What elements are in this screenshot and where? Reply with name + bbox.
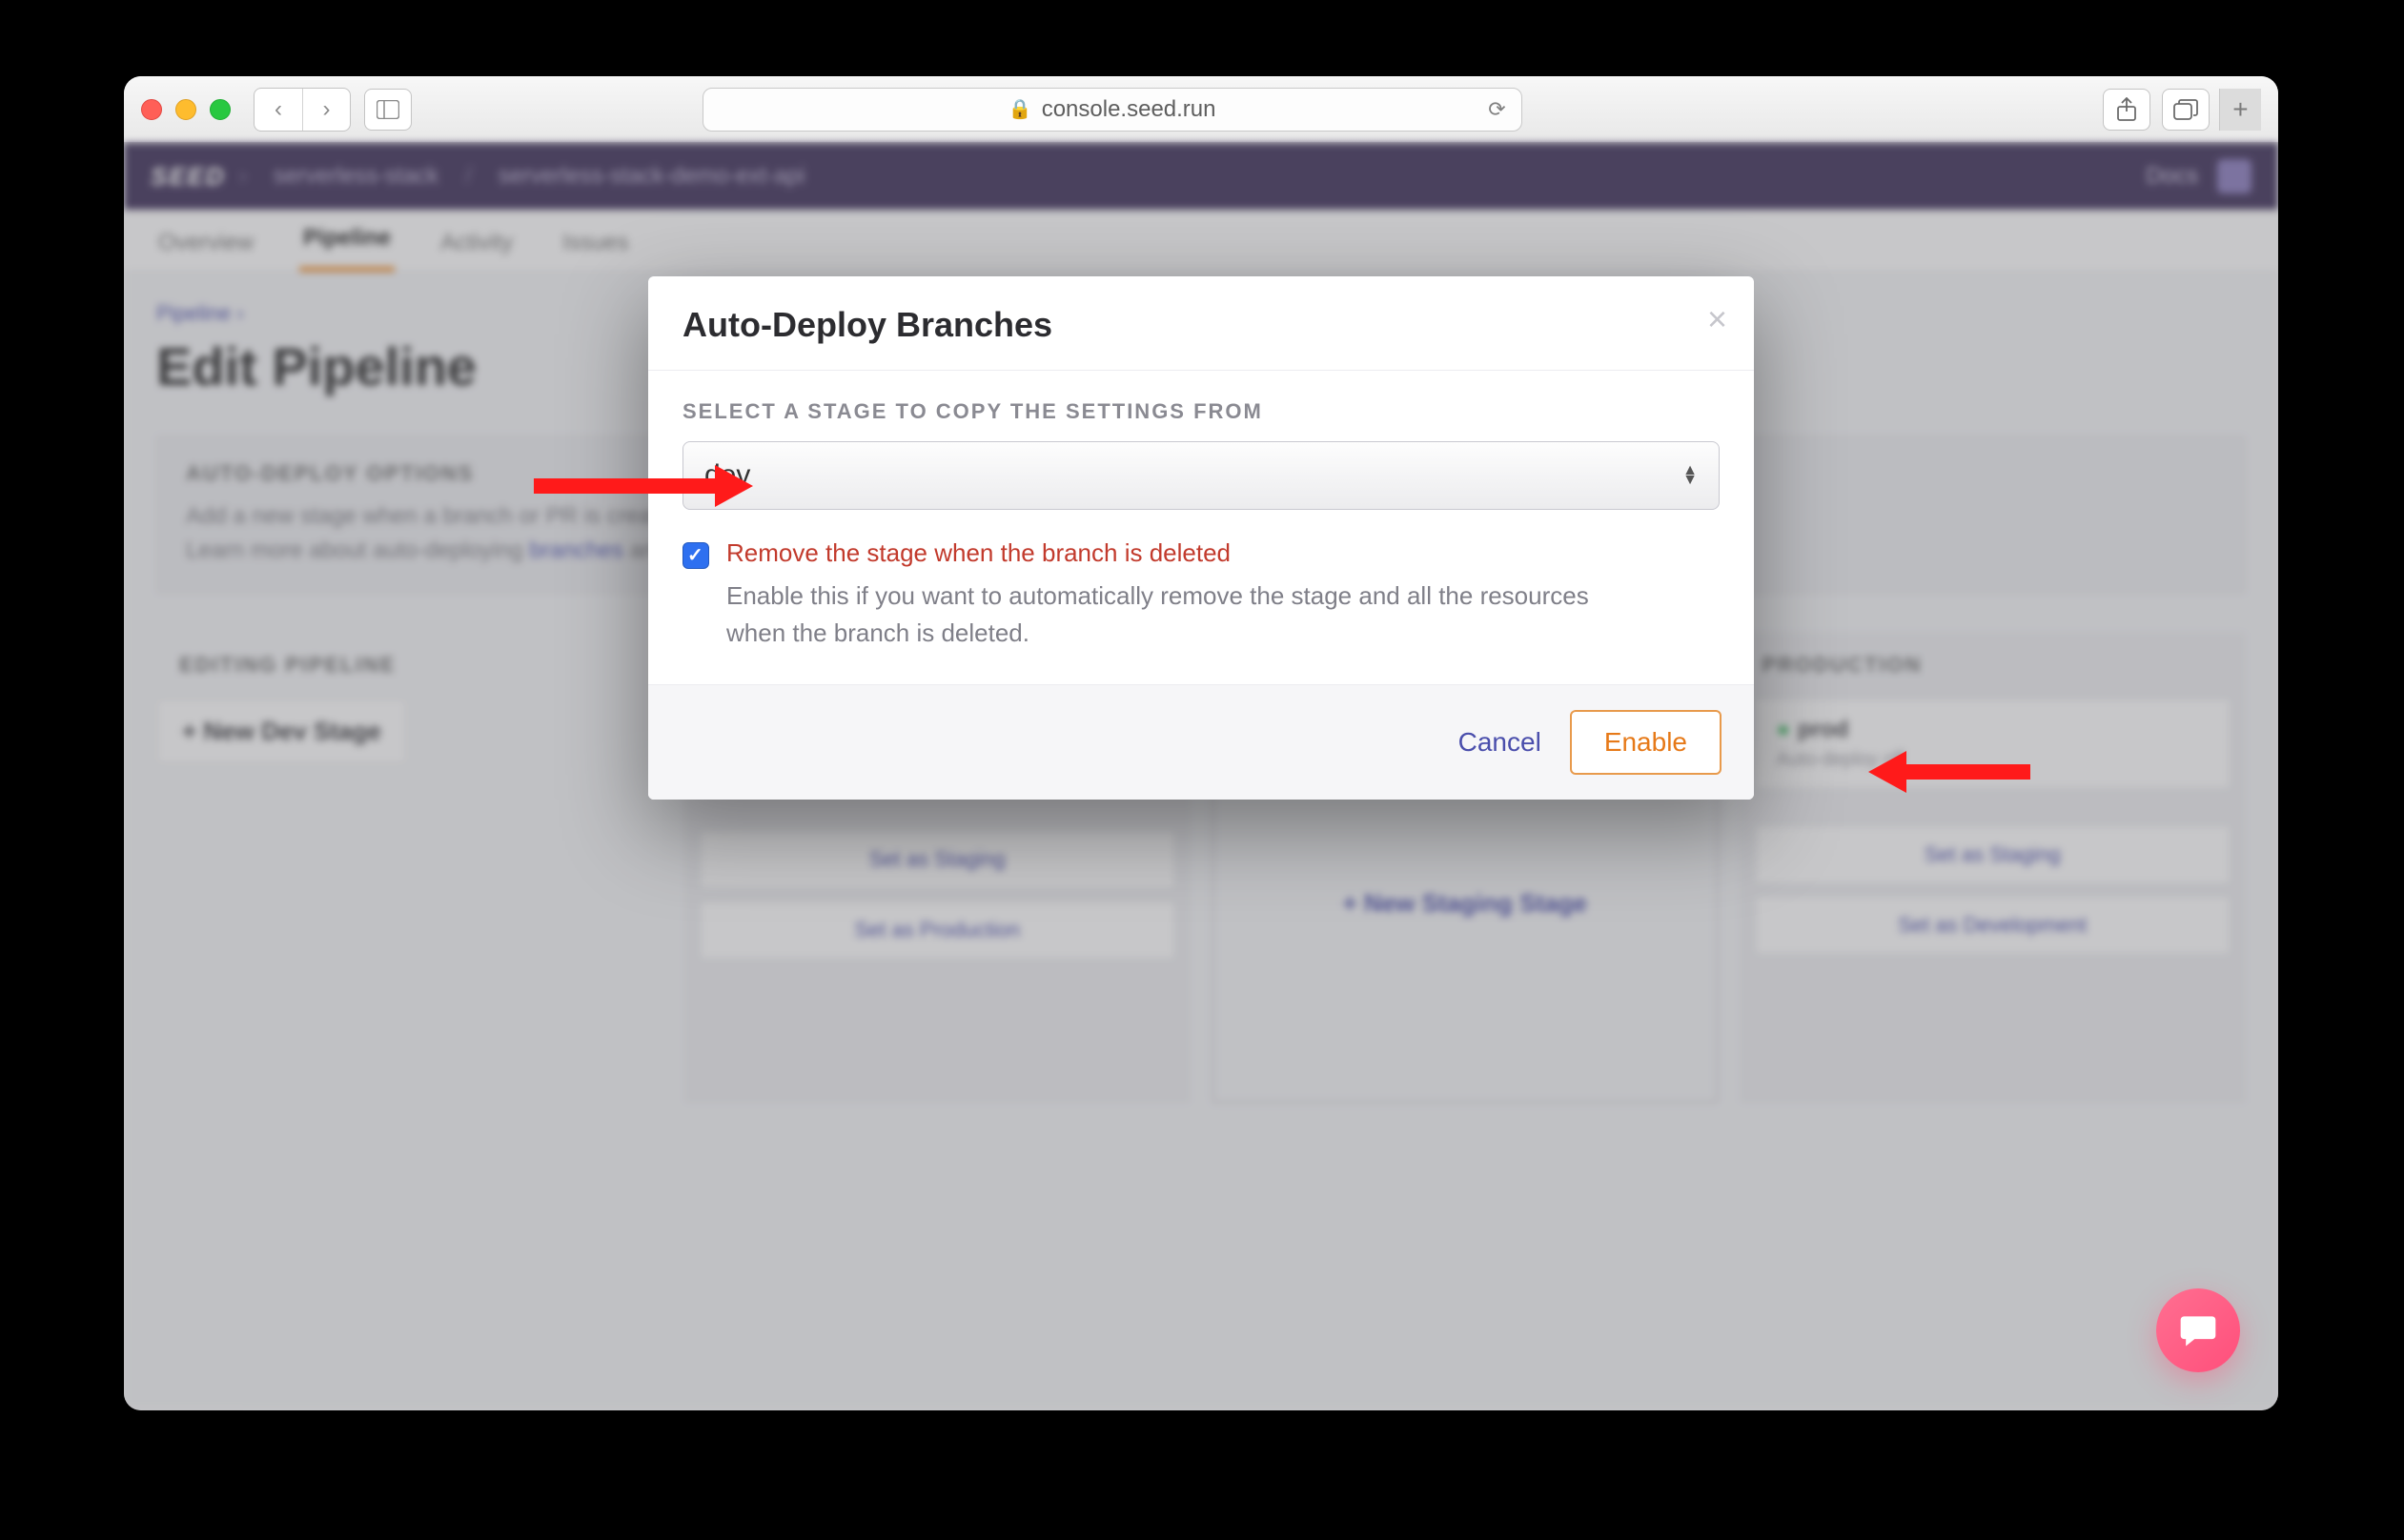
auto-deploy-modal: Auto-Deploy Branches × SELECT A STAGE TO… xyxy=(648,276,1754,800)
browser-titlebar: ‹ › 🔒 console.seed.run ⟳ + xyxy=(124,76,2278,143)
forward-button[interactable]: › xyxy=(302,89,350,131)
stage-select-label: SELECT A STAGE TO COPY THE SETTINGS FROM xyxy=(682,399,1720,424)
url-host: console.seed.run xyxy=(1042,96,1216,123)
tabs-button[interactable] xyxy=(2162,89,2210,131)
nav-buttons: ‹ › xyxy=(254,88,351,132)
sidebar-toggle-button[interactable] xyxy=(364,89,412,131)
checkbox-title: Remove the stage when the branch is dele… xyxy=(726,538,1641,568)
stage-select[interactable]: dev ▲▼ xyxy=(682,441,1720,510)
browser-window: ‹ › 🔒 console.seed.run ⟳ + SEED › server… xyxy=(124,76,2278,1410)
checkbox-desc: Enable this if you want to automatically… xyxy=(726,578,1641,652)
back-button[interactable]: ‹ xyxy=(255,89,302,131)
chevron-updown-icon: ▲▼ xyxy=(1682,466,1698,485)
window-controls xyxy=(141,99,231,120)
cancel-button[interactable]: Cancel xyxy=(1458,727,1541,758)
url-bar[interactable]: 🔒 console.seed.run ⟳ xyxy=(703,88,1522,132)
enable-button[interactable]: Enable xyxy=(1570,710,1722,775)
chat-launcher[interactable] xyxy=(2156,1288,2240,1372)
share-button[interactable] xyxy=(2103,89,2150,131)
maximize-window-button[interactable] xyxy=(210,99,231,120)
modal-title: Auto-Deploy Branches xyxy=(682,305,1720,345)
minimize-window-button[interactable] xyxy=(175,99,196,120)
reload-icon[interactable]: ⟳ xyxy=(1488,97,1505,122)
lock-icon: 🔒 xyxy=(1008,97,1032,121)
remove-stage-checkbox[interactable] xyxy=(682,542,709,569)
toolbar-right xyxy=(2103,89,2210,131)
stage-select-value: dev xyxy=(704,459,750,492)
new-tab-button[interactable]: + xyxy=(2219,89,2261,131)
modal-overlay[interactable]: Auto-Deploy Branches × SELECT A STAGE TO… xyxy=(124,143,2278,1410)
close-window-button[interactable] xyxy=(141,99,162,120)
close-icon[interactable]: × xyxy=(1707,299,1727,339)
